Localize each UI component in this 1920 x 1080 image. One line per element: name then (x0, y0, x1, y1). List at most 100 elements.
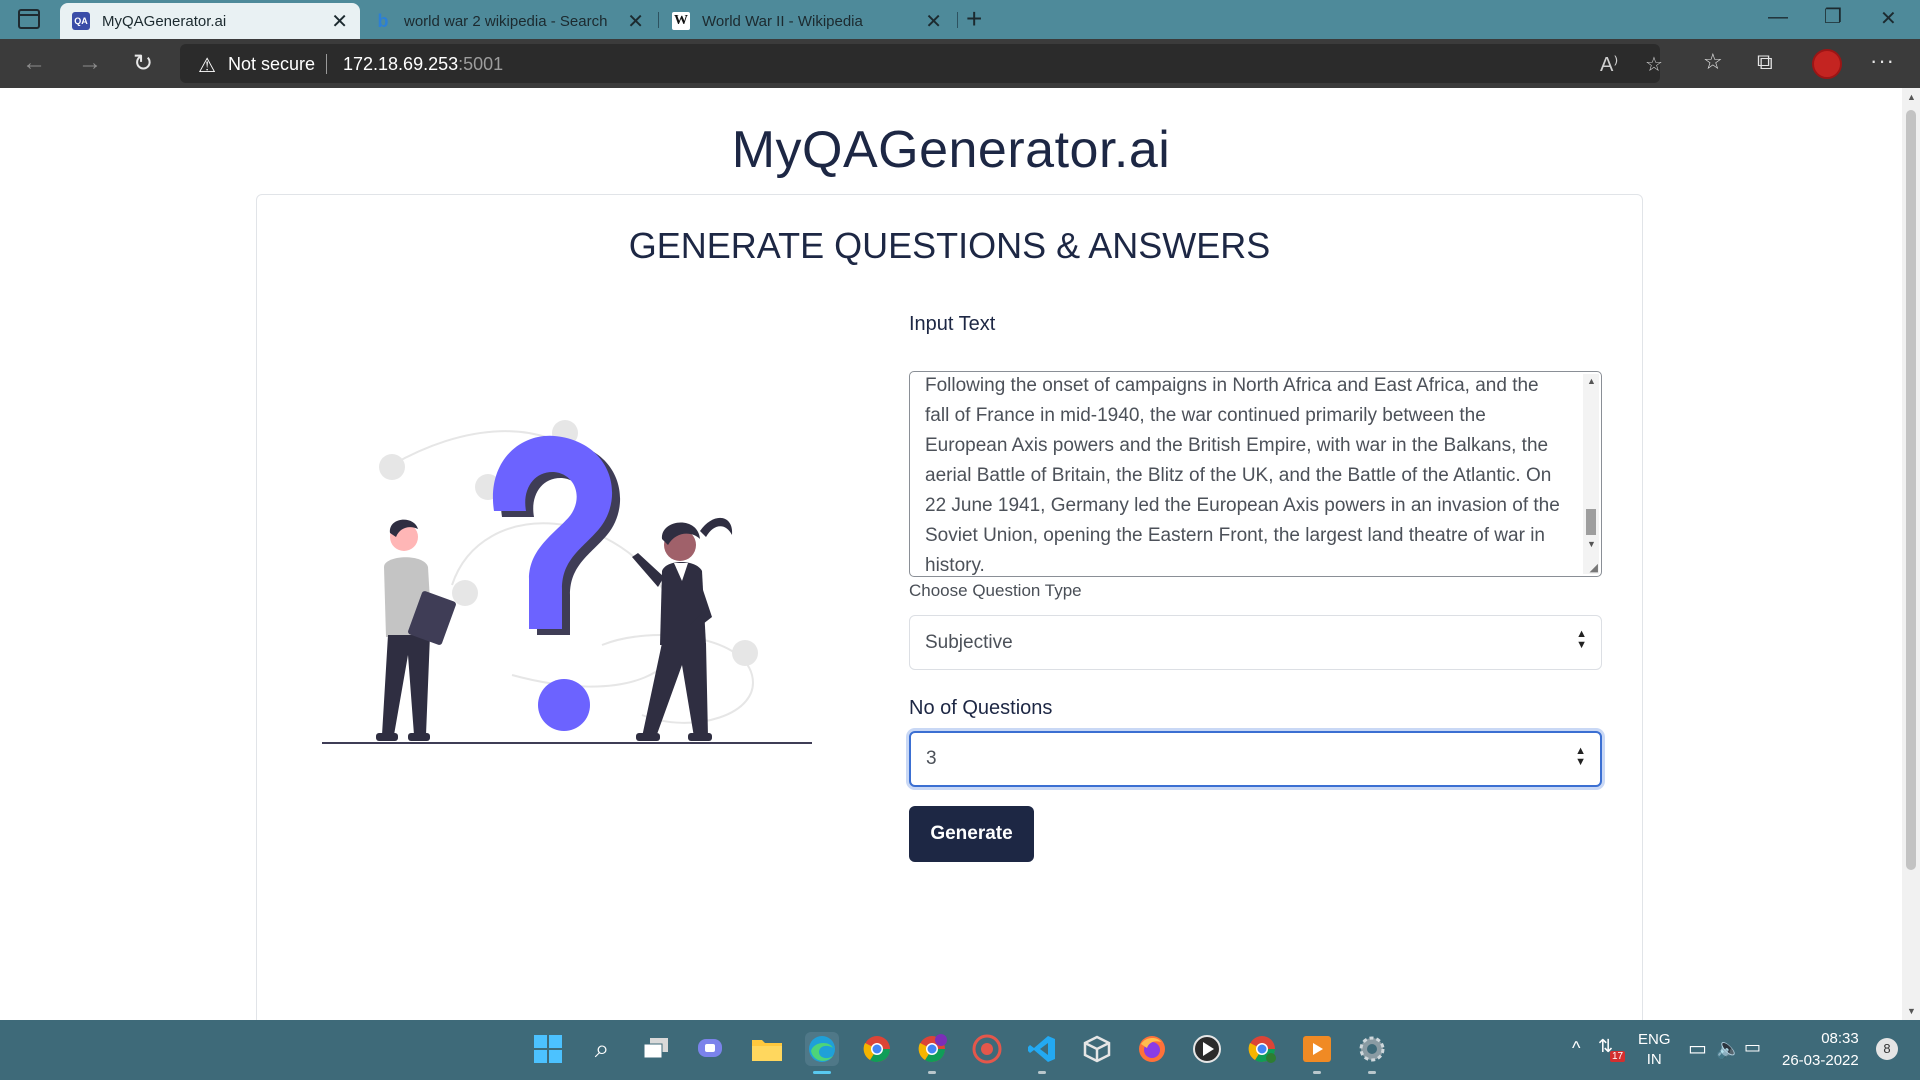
question-illustration (322, 420, 812, 744)
num-questions-value[interactable]: 3 (926, 748, 937, 770)
input-text-area[interactable]: Following the onset of campaigns in Nort… (909, 371, 1602, 577)
chrome-second-profile-icon[interactable] (1245, 1032, 1279, 1066)
address-toolbar: ← → ↻ ⚠ Not secure 172.18.69.253:5001 A⁾… (0, 39, 1920, 88)
restore-icon[interactable]: ❐ (1824, 4, 1842, 29)
scroll-down-arrow-icon[interactable]: ▼ (1587, 539, 1596, 549)
num-questions-input[interactable]: 3 ▲ ▼ (909, 731, 1602, 787)
question-type-value: Subjective (925, 632, 1013, 653)
edge-browser-icon[interactable] (805, 1032, 839, 1066)
video-app-icon[interactable] (1300, 1032, 1334, 1066)
myqagenerator-favicon-icon: QA (72, 12, 90, 30)
add-favorite-icon[interactable]: ☆ (1645, 52, 1663, 77)
running-indicator (1368, 1071, 1376, 1074)
person-shoe (636, 733, 660, 741)
address-bar[interactable]: ⚠ Not secure 172.18.69.253:5001 A⁾ ☆ (180, 44, 1663, 83)
question-mark (492, 435, 613, 629)
omnibox-divider (326, 54, 327, 74)
number-spinner-icon[interactable]: ▲ ▼ (1575, 746, 1586, 768)
show-hidden-icons-chevron-icon[interactable]: ^ (1572, 1038, 1580, 1059)
close-tab-icon[interactable]: ✕ (331, 9, 348, 34)
close-tab-icon[interactable]: ✕ (925, 9, 942, 34)
volume-icon[interactable]: 🔈 (1716, 1036, 1741, 1061)
notification-badge[interactable]: 8 (1876, 1038, 1898, 1060)
read-aloud-icon[interactable]: A⁾ (1600, 52, 1618, 77)
profile-avatar[interactable] (1812, 49, 1842, 79)
decor-dot (452, 580, 478, 606)
teams-chat-icon[interactable] (695, 1032, 729, 1066)
question-mark-dot (538, 679, 590, 731)
question-type-select[interactable]: Subjective ▲ ▼ (909, 615, 1602, 670)
tab-title: MyQAGenerator.ai (102, 12, 227, 30)
bing-favicon-icon: b (377, 10, 389, 31)
person-shoe (688, 733, 712, 741)
vscode-icon[interactable] (1025, 1032, 1059, 1066)
security-label[interactable]: Not secure (228, 54, 315, 75)
display-icon[interactable]: ▭ (1688, 1036, 1707, 1061)
favorites-icon[interactable]: ☆ (1703, 49, 1723, 75)
textarea-scrollbar[interactable]: ▲ ▼ (1583, 374, 1599, 574)
window-close-icon[interactable]: ✕ (1880, 6, 1897, 31)
num-questions-label: No of Questions (909, 697, 1053, 719)
windows-taskbar: ⌕ ^ ⇅ 17 ENG IN ▭ 🔈 ▭ 08:33 26-03-2022 8 (0, 1020, 1920, 1080)
person-shoe (376, 733, 398, 741)
browser-tab-bar: QA MyQAGenerator.ai ✕ b world war 2 wiki… (0, 0, 1920, 39)
network-badge: 17 (1610, 1051, 1626, 1062)
battery-icon[interactable]: ▭ (1744, 1037, 1761, 1058)
resize-grip-icon[interactable]: ◢ (1590, 561, 1598, 574)
generator-card: GENERATE QUESTIONS & ANSWERS Input Text … (256, 194, 1643, 1080)
tab-actions-icon[interactable] (18, 9, 40, 29)
input-text-content[interactable]: Following the onset of campaigns in Nort… (925, 372, 1565, 576)
person-ponytail (700, 517, 733, 537)
scroll-down-arrow-icon[interactable]: ▼ (1907, 1006, 1916, 1016)
tab-wikipedia[interactable]: W World War II - Wikipedia ✕ (660, 3, 954, 39)
media-player-icon[interactable] (1190, 1032, 1224, 1066)
input-text-label: Input Text (909, 313, 996, 335)
web-page: MyQAGenerator.ai GENERATE QUESTIONS & AN… (0, 88, 1902, 1080)
url-host: 172.18.69.253 (343, 54, 459, 74)
url-text[interactable]: 172.18.69.253:5001 (343, 54, 503, 75)
virtualbox-icon[interactable] (1080, 1032, 1114, 1066)
person-legs (382, 635, 430, 735)
language-indicator[interactable]: ENG IN (1638, 1030, 1671, 1070)
tab-myqagenerator[interactable]: QA MyQAGenerator.ai ✕ (60, 3, 360, 39)
close-tab-icon[interactable]: ✕ (627, 9, 644, 34)
decor-dot (379, 454, 405, 480)
generate-button[interactable]: Generate (909, 806, 1034, 862)
back-icon[interactable]: ← (22, 49, 46, 77)
warning-icon[interactable]: ⚠ (198, 53, 216, 78)
windows-start-icon[interactable] (531, 1032, 565, 1066)
tab-bing-search[interactable]: b world war 2 wikipedia - Search ✕ (362, 3, 656, 39)
chrome-profile-icon[interactable] (915, 1032, 949, 1066)
system-clock[interactable]: 08:33 26-03-2022 (1782, 1028, 1859, 1072)
file-explorer-icon[interactable] (750, 1032, 784, 1066)
new-tab-icon[interactable]: + (966, 3, 982, 35)
language-code: ENG (1638, 1031, 1671, 1048)
task-view-icon[interactable] (640, 1032, 674, 1066)
running-indicator (813, 1071, 831, 1074)
scroll-up-arrow-icon[interactable]: ▲ (1587, 376, 1596, 386)
forward-icon[interactable]: → (78, 49, 102, 77)
page-scroll-thumb[interactable] (1906, 110, 1916, 870)
scroll-up-arrow-icon[interactable]: ▲ (1907, 92, 1916, 102)
person-shoe (408, 733, 430, 741)
scroll-thumb[interactable] (1586, 509, 1596, 535)
region-code: IN (1646, 1051, 1662, 1068)
url-port: :5001 (458, 54, 504, 74)
firefox-icon[interactable] (1135, 1032, 1169, 1066)
screen-recorder-icon[interactable] (970, 1032, 1004, 1066)
tab-title: World War II - Wikipedia (702, 12, 863, 30)
running-indicator (1038, 1071, 1046, 1074)
chrome-icon[interactable] (860, 1032, 894, 1066)
clock-time: 08:33 (1821, 1030, 1859, 1047)
question-type-label: Choose Question Type (909, 581, 1082, 600)
search-icon[interactable]: ⌕ (585, 1032, 619, 1066)
more-options-icon[interactable]: ··· (1870, 48, 1895, 74)
refresh-icon[interactable]: ↻ (133, 49, 153, 78)
page-scrollbar[interactable]: ▲ ▼ (1902, 88, 1920, 1020)
settings-gear-icon[interactable] (1355, 1032, 1389, 1066)
minimize-icon[interactable]: — (1768, 6, 1788, 29)
tab-title: world war 2 wikipedia - Search (404, 12, 608, 30)
person-arm (632, 553, 664, 587)
collections-icon[interactable]: ⧉ (1757, 49, 1773, 75)
decor-dot (732, 640, 758, 666)
